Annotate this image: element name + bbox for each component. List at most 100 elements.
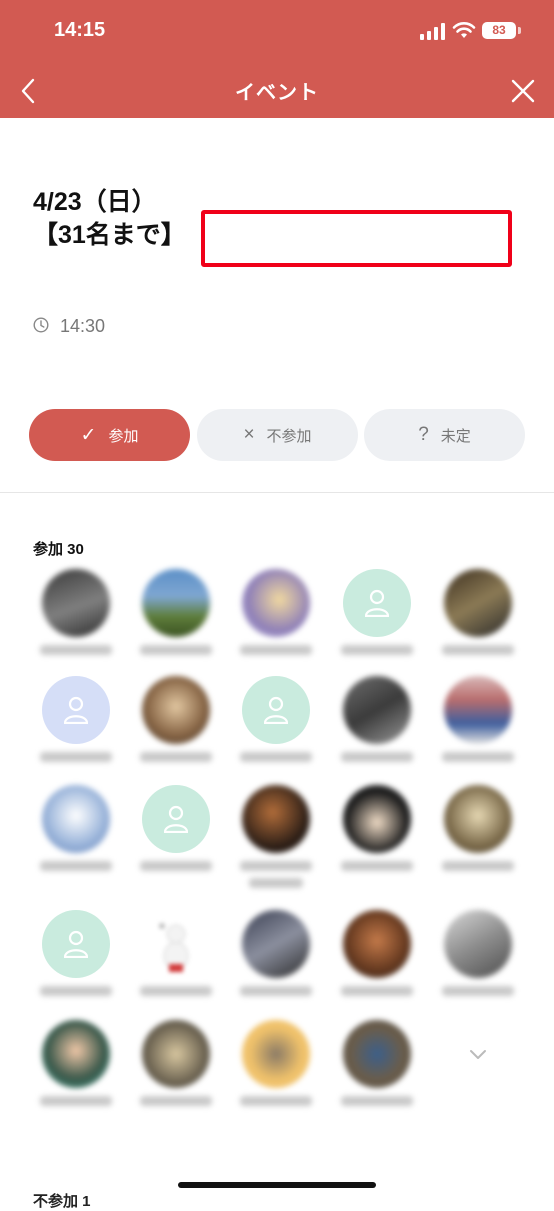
attendee-item[interactable] [226, 676, 326, 786]
person-icon [164, 805, 188, 833]
avatar [343, 676, 411, 744]
avatar [142, 569, 210, 637]
attendee-item[interactable] [126, 910, 226, 1020]
decline-button[interactable]: × 不参加 [197, 409, 358, 461]
attendee-item[interactable] [327, 676, 427, 786]
undecided-button[interactable]: ? 未定 [364, 409, 525, 461]
illustration-avatar [159, 923, 189, 972]
avatar [142, 676, 210, 744]
avatar [142, 785, 210, 853]
avatar [343, 785, 411, 853]
attendee-name-obscured [240, 861, 312, 871]
attendee-item[interactable] [26, 785, 126, 895]
attendee-name-obscured [240, 645, 312, 655]
decline-label: 不参加 [266, 427, 312, 445]
check-icon: ✓ [80, 424, 97, 446]
avatar [242, 676, 310, 744]
avatar [42, 910, 110, 978]
attendee-name-obscured [140, 752, 212, 762]
avatar [444, 785, 512, 853]
section-divider [0, 492, 554, 493]
attendee-name-obscured [140, 1096, 212, 1106]
status-bar: 14:15 83 [0, 0, 554, 62]
clock-icon [33, 317, 49, 333]
avatar [343, 1020, 411, 1088]
avatar [444, 569, 512, 637]
attendee-item[interactable] [327, 569, 427, 679]
attendee-item[interactable] [226, 785, 326, 895]
attendee-name-obscured [249, 878, 303, 888]
attendee-name-obscured [442, 861, 514, 871]
attendee-name-obscured [140, 645, 212, 655]
avatar [42, 1020, 110, 1088]
attendees-title: 参加 30 [33, 541, 84, 558]
battery-indicator: 83 [482, 22, 516, 39]
attendee-item[interactable] [327, 785, 427, 895]
avatar [343, 910, 411, 978]
person-icon [64, 696, 88, 724]
attendee-name-obscured [40, 986, 112, 996]
app-header: 14:15 83 イベント [0, 0, 554, 118]
attendee-item[interactable] [428, 785, 528, 895]
attendee-item[interactable] [428, 910, 528, 1020]
person-icon [264, 696, 288, 724]
attendee-item[interactable] [428, 569, 528, 679]
avatar [444, 676, 512, 744]
avatar [242, 569, 310, 637]
avatar [343, 569, 411, 637]
signal-icon [420, 23, 445, 40]
wifi-icon [452, 22, 476, 38]
attendee-name-obscured [341, 986, 413, 996]
avatar [242, 910, 310, 978]
attendee-name-obscured [40, 861, 112, 871]
event-time: 14:30 [60, 316, 106, 336]
avatar [142, 1020, 210, 1088]
undecided-label: 未定 [440, 427, 471, 445]
attendee-name-obscured [442, 986, 514, 996]
attendee-item[interactable] [428, 676, 528, 786]
attendee-item[interactable] [226, 569, 326, 679]
attendee-name-obscured [140, 861, 212, 871]
attendee-name-obscured [341, 861, 413, 871]
status-time: 14:15 [54, 19, 106, 41]
close-icon [511, 79, 535, 103]
attendee-name-obscured [341, 1096, 413, 1106]
avatar [444, 910, 512, 978]
attendee-item[interactable] [126, 569, 226, 679]
avatar [142, 910, 210, 978]
attendee-item[interactable] [327, 1020, 427, 1130]
attendee-name-obscured [240, 1096, 312, 1106]
person-icon [64, 930, 88, 958]
person-icon [365, 589, 389, 617]
attendee-item[interactable] [126, 676, 226, 786]
home-indicator [178, 1182, 376, 1188]
question-icon: ? [418, 424, 429, 445]
attendee-item[interactable] [126, 785, 226, 895]
attendee-item[interactable] [26, 569, 126, 679]
attendee-name-obscured [40, 752, 112, 762]
attendee-name-obscured [341, 752, 413, 762]
avatar [242, 785, 310, 853]
avatar [42, 676, 110, 744]
attendee-item[interactable] [26, 910, 126, 1020]
attend-label: 参加 [108, 427, 139, 445]
attendee-item[interactable] [126, 1020, 226, 1130]
attendee-item[interactable] [226, 1020, 326, 1130]
attendee-name-obscured [240, 986, 312, 996]
attend-button[interactable]: ✓ 参加 [29, 409, 190, 461]
attendee-item[interactable] [327, 910, 427, 1020]
page-title: イベント [235, 82, 319, 104]
avatar [42, 569, 110, 637]
battery-tip [518, 27, 521, 34]
attendee-name-obscured [40, 1096, 112, 1106]
avatar [42, 785, 110, 853]
redaction-box [201, 210, 512, 267]
attendee-name-obscured [40, 645, 112, 655]
attendee-item[interactable] [26, 1020, 126, 1130]
attendee-item[interactable] [226, 910, 326, 1020]
close-button[interactable] [508, 76, 538, 106]
attendee-name-obscured [442, 645, 514, 655]
attendee-item[interactable] [26, 676, 126, 786]
chevron-down-icon[interactable] [466, 1047, 490, 1063]
x-icon: × [243, 424, 255, 445]
